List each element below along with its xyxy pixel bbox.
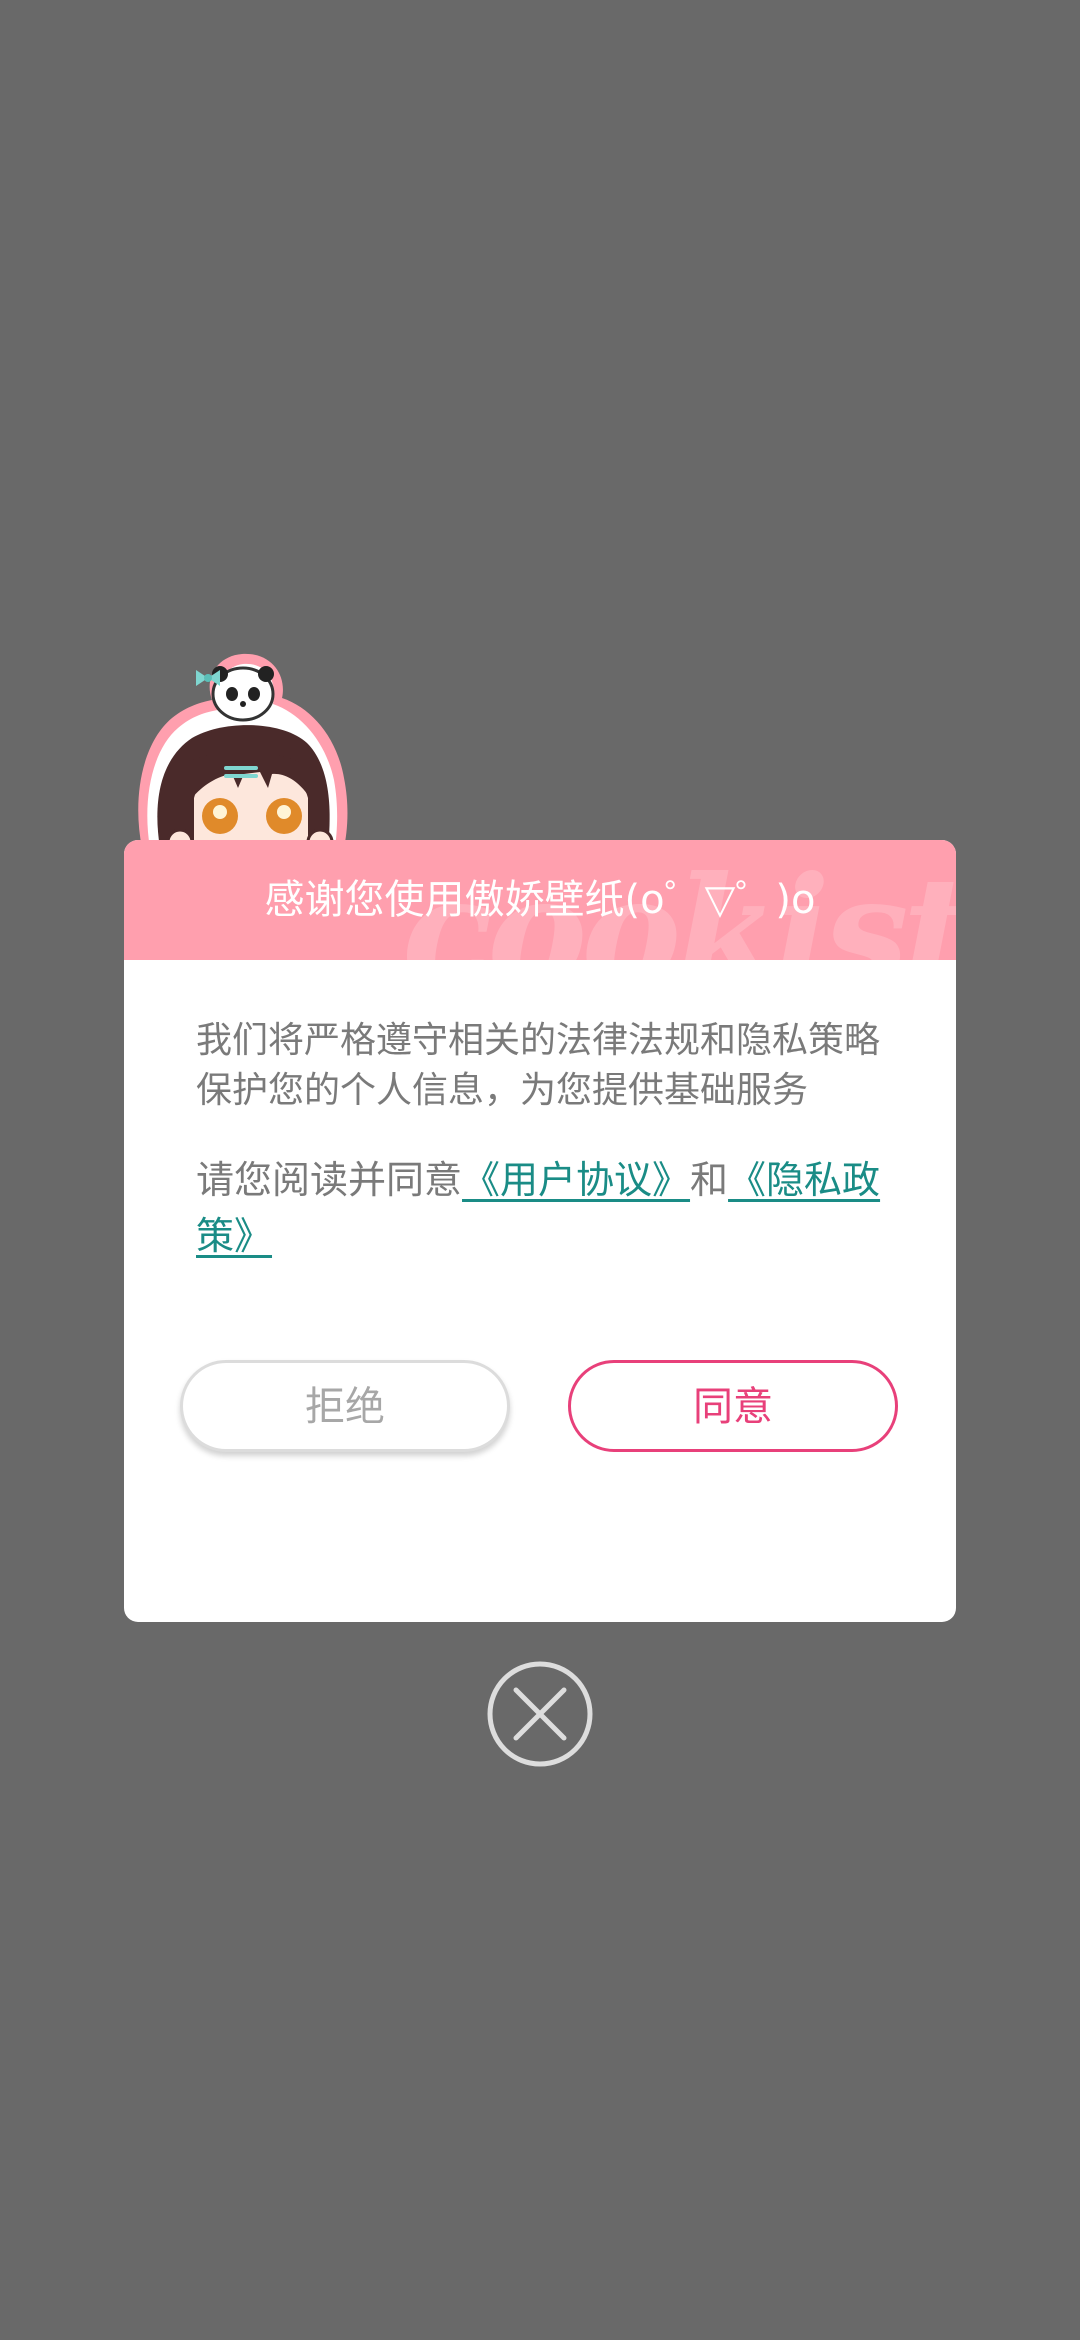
privacy-statement: 我们将严格遵守相关的法律法规和隐私策略保护您的个人信息，为您提供基础服务 — [196, 1020, 881, 1111]
mascot-girl-with-panda-icon — [138, 653, 348, 848]
dialog-title: 感谢您使用傲娇壁纸(o゜▽゜)o — [264, 877, 816, 923]
dialog-header: cookist 感谢您使用傲娇壁纸(o゜▽゜)o — [124, 840, 956, 960]
close-circle-icon[interactable] — [486, 1660, 594, 1768]
agreement-prompt: 请您阅读并同意《用户协议》和《隐私政策》 — [196, 1152, 896, 1264]
agree-button[interactable]: 同意 — [568, 1360, 898, 1452]
conjunction-text: 和 — [690, 1158, 729, 1202]
agree-prefix: 请您阅读并同意 — [196, 1158, 463, 1202]
user-agreement-link[interactable]: 《用户协议》 — [462, 1158, 690, 1202]
reject-button[interactable]: 拒绝 — [180, 1360, 510, 1452]
dialog-body: 我们将严格遵守相关的法律法规和隐私策略保护您的个人信息，为您提供基础服务 请您阅… — [196, 1016, 896, 1264]
privacy-dialog: cookist 感谢您使用傲娇壁纸(o゜▽゜)o 我们将严格遵守相关的法律法规和… — [124, 840, 956, 1622]
